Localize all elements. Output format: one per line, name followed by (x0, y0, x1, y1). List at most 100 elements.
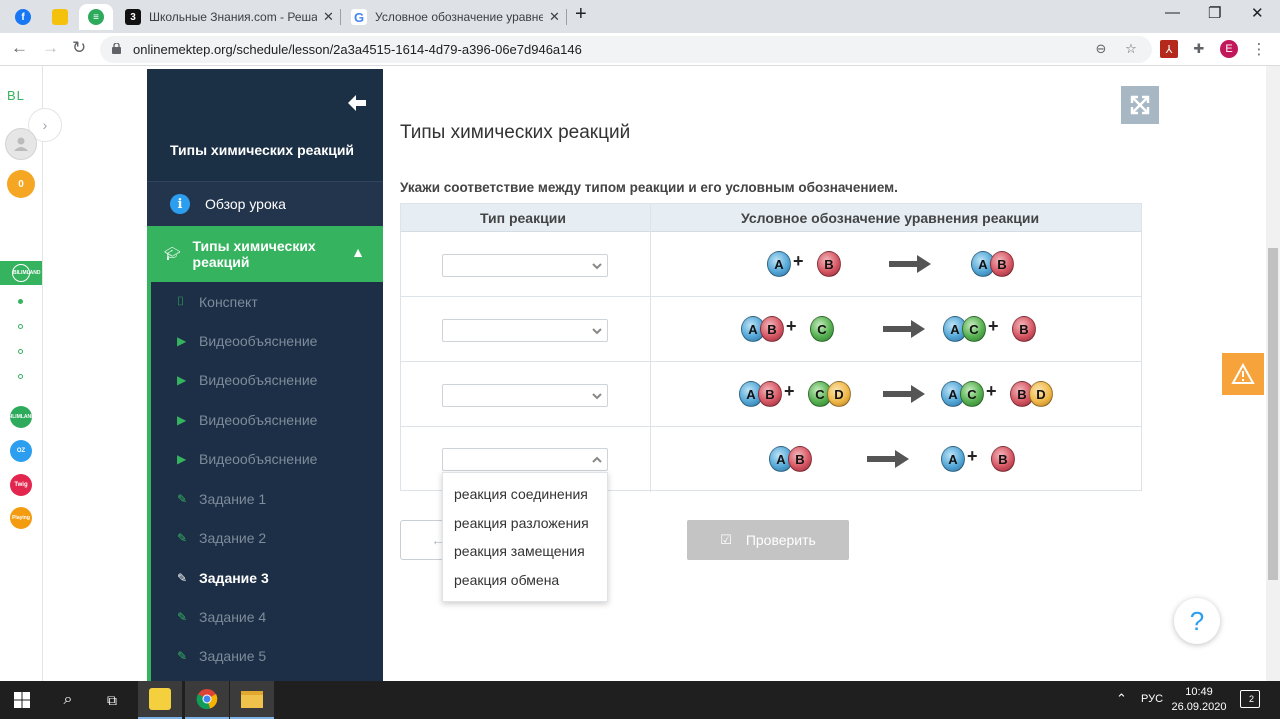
taskbar-chrome[interactable] (185, 681, 229, 719)
sidebar-item-label: Задание 3 (199, 569, 269, 586)
reaction-type-select[interactable] (442, 319, 608, 342)
collapse-arrow-icon[interactable] (347, 94, 367, 112)
new-tab-button[interactable]: + (575, 3, 587, 26)
notification-icon[interactable]: 2 (1240, 690, 1260, 708)
edit-icon: ✎ (177, 570, 188, 585)
sidebar-item-label: Задание 5 (199, 647, 267, 664)
taskbar-player-app[interactable] (138, 681, 182, 719)
znania-icon: 3 (125, 9, 141, 25)
coin-badge[interactable]: 0 (7, 170, 35, 198)
sidebar-item-video[interactable]: ▶ Видеообъяснение (147, 321, 383, 360)
sidebar-item-overview[interactable]: i Обзор урока (147, 182, 383, 226)
reload-icon[interactable]: ↻ (72, 38, 86, 58)
sidebar-item-video[interactable]: ▶ Видеообъяснение (147, 400, 383, 439)
sidebar-item-label: Видеообъяснение (199, 450, 318, 467)
user-avatar-icon[interactable] (5, 128, 37, 160)
tray-chevron-up-icon[interactable]: ⌃ (1116, 691, 1127, 707)
profile-avatar[interactable]: E (1220, 40, 1238, 58)
dropdown-option[interactable]: реакция обмена (454, 572, 559, 588)
plus-sign: + (967, 446, 978, 466)
sidebar-item-video[interactable]: ▶ Видеообъяснение (147, 360, 383, 399)
language-indicator[interactable]: РУС (1141, 693, 1163, 705)
tab-znania[interactable]: 3 Школьные Знания.com - Решаю ✕ (117, 4, 339, 30)
play-icon: ▶ (177, 412, 187, 427)
reaction-type-select[interactable] (442, 384, 608, 407)
app-twig-icon[interactable]: Twig (10, 474, 32, 496)
forward-arrow-icon[interactable]: → (42, 38, 59, 58)
app-bilimland-icon[interactable]: BILIMLAND (0, 261, 42, 285)
close-window-button[interactable]: ✕ (1251, 4, 1264, 22)
sidebar-item-task-3[interactable]: ✎ Задание 3 (147, 558, 383, 597)
zoom-icon[interactable]: ⊖ (1092, 40, 1110, 58)
molecule-a-ball: A (941, 446, 965, 472)
left-rail: BL › 0 BILIMLAND BILIMLAND OZ Twig Playi… (0, 66, 62, 681)
menu-dots-icon[interactable]: ⋮ (1250, 40, 1268, 58)
chrome-icon (196, 689, 218, 710)
edit-icon: ✎ (177, 648, 188, 663)
nav-dot[interactable] (18, 374, 23, 379)
close-icon[interactable]: ✕ (549, 9, 560, 25)
reaction-type-select-open[interactable] (442, 448, 608, 471)
task-view-icon[interactable]: ⧉ (90, 681, 134, 719)
address-bar[interactable]: onlinemektep.org/schedule/lesson/2a3a451… (100, 36, 1152, 63)
clock-time: 10:49 (1185, 686, 1213, 698)
sidebar-header: Типы химических реакций (147, 69, 383, 182)
start-button[interactable] (0, 681, 44, 719)
reaction-type-dropdown: реакция соединения реакция разложения ре… (442, 472, 608, 602)
molecule-b-ball: B (991, 446, 1015, 472)
play-icon: ▶ (177, 372, 187, 387)
sidebar-item-task-2[interactable]: ✎ Задание 2 (147, 518, 383, 557)
active-pinned-tab[interactable]: ≡ (79, 4, 113, 30)
nav-dot[interactable] (18, 324, 23, 329)
notes-icon (52, 9, 68, 25)
check-button[interactable]: ☑ Проверить (687, 520, 849, 560)
sidebar-item-task-5[interactable]: ✎ Задание 5 (147, 636, 383, 675)
dropdown-option[interactable]: реакция соединения (454, 486, 588, 502)
app-playing-icon[interactable]: Playing (10, 507, 32, 529)
app-oz-icon[interactable]: OZ (10, 440, 32, 462)
bl-logo[interactable]: BL (7, 88, 25, 103)
column-header: Тип реакции (480, 210, 566, 226)
molecule-b-ball: B (817, 251, 841, 277)
table-header: Тип реакции Условное обозначение уравнен… (401, 204, 1141, 232)
taskbar-explorer[interactable] (230, 681, 274, 719)
scrollbar-thumb[interactable] (1268, 248, 1278, 580)
nav-dot[interactable] (18, 349, 23, 354)
fullscreen-button[interactable] (1121, 86, 1159, 124)
app-bilimland-lab-icon[interactable]: BILIMLAND (7, 406, 35, 428)
back-arrow-icon[interactable]: ← (11, 38, 28, 58)
molecule-c-ball: C (962, 316, 986, 342)
sidebar-item-task-1[interactable]: ✎ Задание 1 (147, 479, 383, 518)
molecule-b-ball: B (758, 381, 782, 407)
sidebar-section-active[interactable]: 🎓︎ Типы химических реакций ▲ (147, 226, 383, 282)
facebook-tab[interactable]: f (6, 4, 40, 30)
google-icon: G (351, 9, 367, 25)
reaction-type-select[interactable] (442, 254, 608, 277)
dropdown-option[interactable]: реакция замещения (454, 543, 585, 559)
previous-button[interactable]: ← (400, 520, 445, 560)
expand-icon (1130, 95, 1150, 115)
scrollbar[interactable] (1266, 66, 1280, 681)
minimize-button[interactable]: — (1165, 4, 1180, 21)
help-button[interactable]: ? (1174, 598, 1220, 644)
clock[interactable]: 10:49 26.09.2020 (1168, 685, 1230, 715)
restore-button[interactable]: ❐ (1208, 4, 1221, 22)
close-icon[interactable]: ✕ (323, 9, 334, 25)
tab-google[interactable]: G Условное обозначение уравнен ✕ (343, 4, 565, 30)
pdf-extension-icon[interactable]: ⅄ (1160, 40, 1178, 58)
sidebar-item-task-4[interactable]: ✎ Задание 4 (147, 597, 383, 636)
notification-count: 2 (1249, 694, 1255, 704)
nav-dot[interactable] (18, 299, 23, 304)
chevron-up-icon (592, 456, 602, 463)
sidebar-item-video[interactable]: ▶ Видеообъяснение (147, 439, 383, 478)
plus-sign: + (793, 251, 804, 271)
extensions-puzzle-icon[interactable]: ✚ (1190, 40, 1208, 58)
bookmark-star-icon[interactable]: ☆ (1122, 40, 1140, 58)
search-icon[interactable]: ⌕ (46, 681, 90, 719)
page-title: Типы химических реакций (400, 122, 631, 143)
report-problem-button[interactable] (1222, 353, 1264, 395)
sidebar-item-summary[interactable]: ⌷ Конспект (147, 282, 383, 321)
pinned-tab-2[interactable] (43, 4, 77, 30)
chevron-up-icon[interactable]: ▲ (351, 244, 365, 260)
dropdown-option[interactable]: реакция разложения (454, 515, 589, 531)
